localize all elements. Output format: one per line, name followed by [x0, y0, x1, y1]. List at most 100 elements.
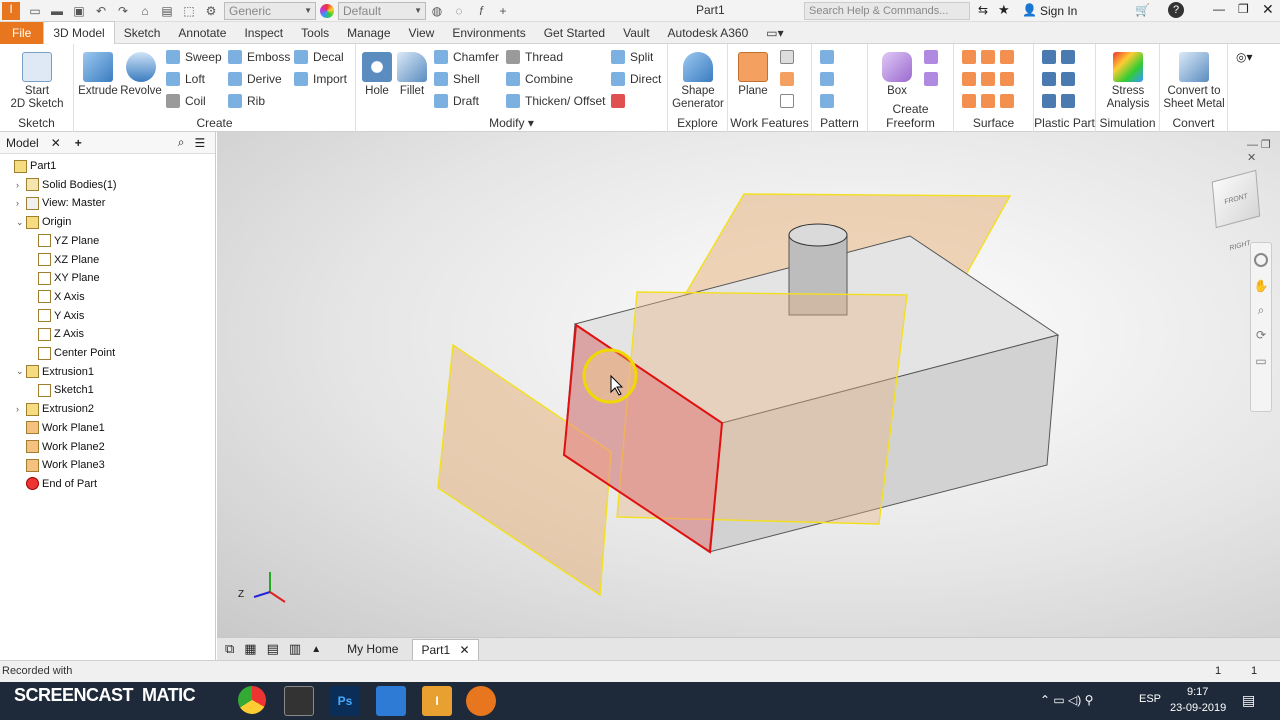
- stress-analysis-button[interactable]: Stress Analysis: [1098, 48, 1158, 111]
- pan-icon[interactable]: ✋: [1251, 279, 1271, 293]
- ucs-button[interactable]: [780, 91, 799, 111]
- screencast-taskbar-icon[interactable]: [466, 686, 496, 716]
- home-icon[interactable]: ⌂: [138, 4, 152, 18]
- update-icon[interactable]: ▤: [160, 4, 174, 18]
- photoshop-icon[interactable]: Ps: [330, 686, 360, 716]
- material-select[interactable]: Generic ▼: [224, 1, 316, 20]
- favorite-icon[interactable]: ★: [998, 2, 1010, 18]
- circ-pattern-button[interactable]: [820, 69, 839, 89]
- tab-sketch[interactable]: Sketch: [115, 22, 170, 44]
- fx-icon[interactable]: f: [474, 4, 488, 18]
- tile-icon[interactable]: ⧉: [225, 641, 234, 657]
- tab-file[interactable]: File: [0, 21, 44, 44]
- tray-icons[interactable]: ⌃ ▭ ◁) ⚲: [1040, 693, 1093, 707]
- expand-arrow-icon[interactable]: ›: [16, 198, 26, 208]
- tab-my-home[interactable]: My Home: [339, 642, 406, 656]
- split-button[interactable]: Split: [611, 47, 653, 67]
- tree-node[interactable]: Y Axis: [28, 307, 84, 325]
- model-canvas[interactable]: [217, 132, 1280, 637]
- combine-button[interactable]: Combine: [506, 69, 573, 89]
- new-file-icon[interactable]: ▭: [28, 4, 42, 18]
- revolve-button[interactable]: Revolve: [120, 48, 162, 98]
- horizontal-icon[interactable]: ▤: [267, 641, 279, 657]
- box-button[interactable]: Box: [876, 48, 918, 98]
- surface-btn-2[interactable]: [962, 69, 1019, 89]
- derive-button[interactable]: Derive: [228, 69, 282, 89]
- plastic-btn-3[interactable]: [1042, 91, 1080, 111]
- tab-3d-model[interactable]: 3D Model: [43, 21, 115, 44]
- work-axis-button[interactable]: [780, 47, 799, 67]
- tree-node[interactable]: ⌄ Extrusion1: [16, 363, 94, 381]
- tab-tools[interactable]: Tools: [292, 22, 338, 44]
- look-at-icon[interactable]: ▭: [1251, 354, 1271, 368]
- tree-node[interactable]: End of Part: [16, 475, 97, 493]
- tree-node[interactable]: XY Plane: [28, 269, 100, 287]
- undo-icon[interactable]: ↶: [94, 4, 108, 18]
- chrome-icon[interactable]: [238, 686, 266, 714]
- tree-node[interactable]: XZ Plane: [28, 251, 99, 269]
- tree-node[interactable]: Work Plane2: [16, 438, 105, 456]
- sign-in-link[interactable]: Sign In: [1040, 4, 1077, 18]
- search-arrow-icon[interactable]: ⇆: [978, 3, 988, 17]
- inventor-taskbar-icon[interactable]: I: [422, 686, 452, 716]
- shape-generator-button[interactable]: Shape Generator: [670, 48, 726, 111]
- tree-node[interactable]: › Solid Bodies(1): [16, 176, 117, 194]
- ribbon-more-icon[interactable]: ◎▾: [1236, 50, 1253, 64]
- expand-arrow-icon[interactable]: ›: [16, 404, 26, 414]
- import-button[interactable]: Import: [294, 69, 347, 89]
- fillet-button[interactable]: Fillet: [396, 48, 428, 98]
- surface-btn-3[interactable]: [962, 91, 1019, 111]
- emboss-button[interactable]: Emboss: [228, 47, 290, 67]
- inventor-logo-icon[interactable]: I: [2, 1, 20, 20]
- work-point-button[interactable]: [780, 69, 799, 89]
- zoom-icon[interactable]: ⌕: [1251, 303, 1271, 318]
- tab-model[interactable]: Model: [6, 136, 39, 150]
- tree-node[interactable]: Center Point: [28, 344, 115, 362]
- tab-annotate[interactable]: Annotate: [169, 22, 235, 44]
- loft-button[interactable]: Loft: [166, 69, 205, 89]
- decal-button[interactable]: Decal: [294, 47, 344, 67]
- tab-environments[interactable]: Environments: [443, 22, 534, 44]
- extrude-button[interactable]: Extrude: [78, 48, 118, 98]
- open-icon[interactable]: ▬: [50, 4, 64, 18]
- expand-arrow-icon[interactable]: ⌄: [16, 366, 26, 377]
- coil-button[interactable]: Coil: [166, 91, 206, 111]
- notification-icon[interactable]: ▤: [1242, 692, 1255, 709]
- tree-node[interactable]: Part1: [4, 157, 56, 175]
- tree-node[interactable]: › Extrusion2: [16, 400, 94, 418]
- cart-icon[interactable]: 🛒: [1135, 3, 1150, 17]
- plus-icon[interactable]: +: [496, 4, 510, 18]
- clock-time[interactable]: 9:17: [1187, 686, 1208, 698]
- expand-arrow-icon[interactable]: ›: [16, 180, 26, 190]
- settings-icon[interactable]: ⚙: [204, 4, 218, 18]
- delete-face-button[interactable]: [611, 91, 630, 111]
- full-nav-wheel-icon[interactable]: [1254, 253, 1268, 267]
- redo-icon[interactable]: ↷: [116, 4, 130, 18]
- close-browser-icon[interactable]: ✕: [51, 136, 61, 150]
- appearance-select[interactable]: Default ▼: [338, 1, 426, 20]
- tree-node[interactable]: Sketch1: [28, 381, 94, 399]
- convert-sheet-metal-button[interactable]: Convert to Sheet Metal: [1160, 48, 1228, 111]
- file-explorer-icon[interactable]: [376, 686, 406, 716]
- hole-button[interactable]: Hole: [360, 48, 394, 98]
- save-icon[interactable]: ▣: [72, 4, 86, 18]
- freeform-convert-button[interactable]: [924, 69, 943, 89]
- adjust-icon[interactable]: ◍: [430, 4, 444, 18]
- plastic-btn-1[interactable]: [1042, 47, 1080, 67]
- start-sketch-button[interactable]: Start 2D Sketch: [6, 48, 68, 111]
- mirror-button[interactable]: [820, 91, 839, 111]
- language-indicator[interactable]: ESP: [1139, 693, 1161, 705]
- tab-a360[interactable]: Autodesk A360: [659, 22, 758, 44]
- select-icon[interactable]: ⬚: [182, 4, 196, 18]
- plastic-btn-2[interactable]: [1042, 69, 1080, 89]
- draft-button[interactable]: Draft: [434, 91, 479, 111]
- close-tab-icon[interactable]: ✕: [459, 643, 469, 657]
- thread-button[interactable]: Thread: [506, 47, 563, 67]
- rect-pattern-button[interactable]: [820, 47, 839, 67]
- tab-view[interactable]: View: [400, 22, 444, 44]
- grid-icon[interactable]: ▦: [244, 641, 256, 657]
- tab-get-started[interactable]: Get Started: [535, 22, 614, 44]
- tree-node[interactable]: › View: Master: [16, 194, 105, 212]
- shell-button[interactable]: Shell: [434, 69, 480, 89]
- tree-node[interactable]: Work Plane1: [16, 419, 105, 437]
